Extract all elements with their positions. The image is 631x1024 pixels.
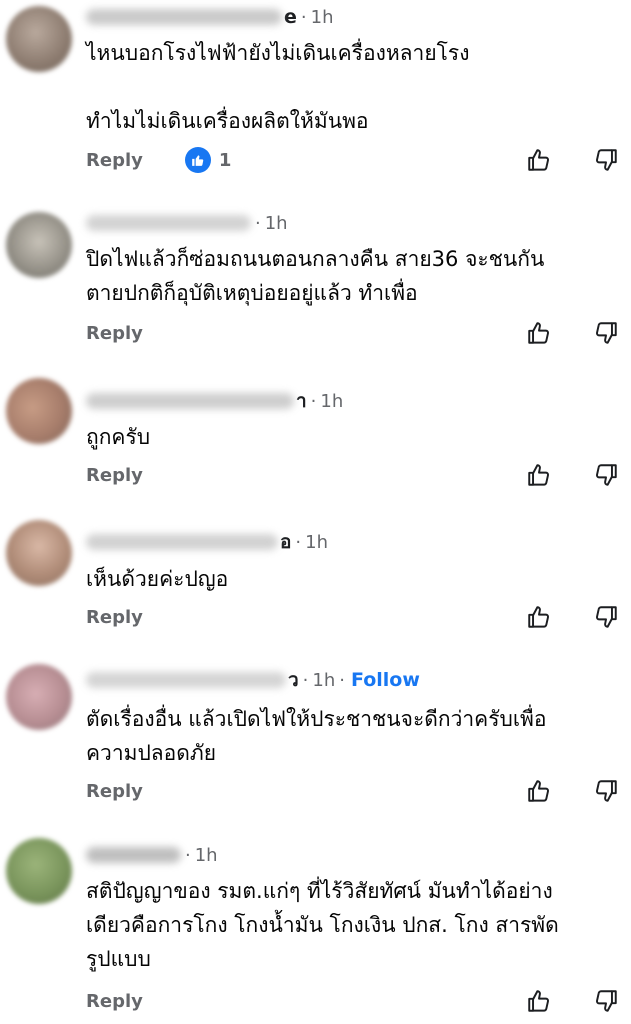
thumbs-down-icon[interactable]: [591, 318, 621, 348]
author-name[interactable]: [86, 9, 282, 25]
comment-actions: Reply 1: [86, 145, 631, 175]
thumbs-down-icon[interactable]: [591, 460, 621, 490]
comment-header: ว · 1h · Follow: [86, 667, 420, 693]
comment-actions: Reply: [86, 986, 631, 1016]
separator-dot: ·: [302, 669, 309, 691]
avatar[interactable]: [6, 378, 72, 444]
like-icon: [184, 147, 211, 173]
comment-actions: Reply: [86, 776, 631, 806]
comment-header: · 1h: [86, 842, 218, 868]
author-name[interactable]: [86, 847, 181, 863]
thumbs-up-icon[interactable]: [524, 460, 554, 490]
thumbs-up-icon[interactable]: [524, 318, 554, 348]
comment-text: ตัดเรื่องอื่น แล้วเปิดไฟให้ประชาชนจะดีกว…: [86, 707, 547, 765]
separator-dot: ·: [300, 6, 307, 28]
thumbs-up-icon[interactable]: [524, 776, 554, 806]
author-name-tail[interactable]: e: [284, 6, 297, 28]
comment-actions: Reply: [86, 318, 631, 348]
comment-actions: Reply: [86, 460, 631, 490]
author-name-tail[interactable]: ว: [288, 665, 299, 695]
avatar[interactable]: [6, 212, 72, 278]
timestamp[interactable]: 1h: [311, 7, 334, 28]
author-name[interactable]: [86, 534, 278, 550]
comment-header: · 1h: [86, 210, 288, 236]
author-name-tail[interactable]: อ: [280, 527, 291, 557]
thumbs-down-icon[interactable]: [591, 145, 621, 175]
separator-dot: ·: [339, 669, 346, 691]
avatar[interactable]: [6, 664, 72, 730]
timestamp[interactable]: 1h: [312, 670, 335, 691]
separator-dot: ·: [310, 390, 317, 412]
comment-text: ปิดไฟแล้วก็ซ่อมถนนตอนกลางคืน สาย36 จะชนก…: [86, 247, 545, 305]
thumbs-up-icon[interactable]: [524, 145, 554, 175]
comment-header: า · 1h: [86, 388, 343, 414]
separator-dot: ·: [255, 212, 261, 234]
separator-dot: ·: [185, 844, 191, 866]
thumbs-up-icon[interactable]: [524, 602, 554, 632]
avatar[interactable]: [6, 838, 72, 904]
reaction-count: 1: [218, 149, 232, 171]
avatar[interactable]: [6, 6, 72, 72]
comment-header: อ · 1h: [86, 529, 328, 555]
reply-button[interactable]: Reply: [86, 607, 143, 628]
thumbs-down-icon[interactable]: [591, 776, 621, 806]
separator-dot: ·: [295, 531, 302, 553]
author-name[interactable]: [86, 215, 251, 231]
reaction-summary[interactable]: 1: [184, 147, 232, 173]
follow-button[interactable]: Follow: [351, 669, 420, 691]
avatar[interactable]: [6, 520, 72, 586]
comment-text: ถูกครับ: [86, 425, 151, 449]
comment-text: สติปัญญาของ รมต.แก่ๆ ที่ไร้วิสัยทัศน์ มั…: [86, 879, 559, 971]
comment-actions: Reply: [86, 602, 631, 632]
comment-text: ไหนบอกโรงไฟฟ้ายังไม่เดินเครื่องหลายโรง ท…: [86, 41, 470, 133]
author-name[interactable]: [86, 393, 294, 409]
comment-text: เห็นด้วยค่ะปญอ: [86, 567, 229, 591]
reply-button[interactable]: Reply: [86, 465, 143, 486]
thumbs-up-icon[interactable]: [524, 986, 554, 1016]
comment-header: e · 1h: [86, 4, 334, 30]
reply-button[interactable]: Reply: [86, 323, 143, 344]
timestamp[interactable]: 1h: [195, 845, 218, 866]
reply-button[interactable]: Reply: [86, 781, 143, 802]
reply-button[interactable]: Reply: [86, 991, 143, 1012]
timestamp[interactable]: 1h: [305, 532, 328, 553]
author-name-tail[interactable]: า: [296, 386, 307, 416]
thumbs-down-icon[interactable]: [591, 986, 621, 1016]
author-name[interactable]: [86, 672, 286, 688]
reply-button[interactable]: Reply: [86, 150, 143, 171]
timestamp[interactable]: 1h: [265, 213, 288, 234]
thumbs-down-icon[interactable]: [591, 602, 621, 632]
timestamp[interactable]: 1h: [320, 391, 343, 412]
